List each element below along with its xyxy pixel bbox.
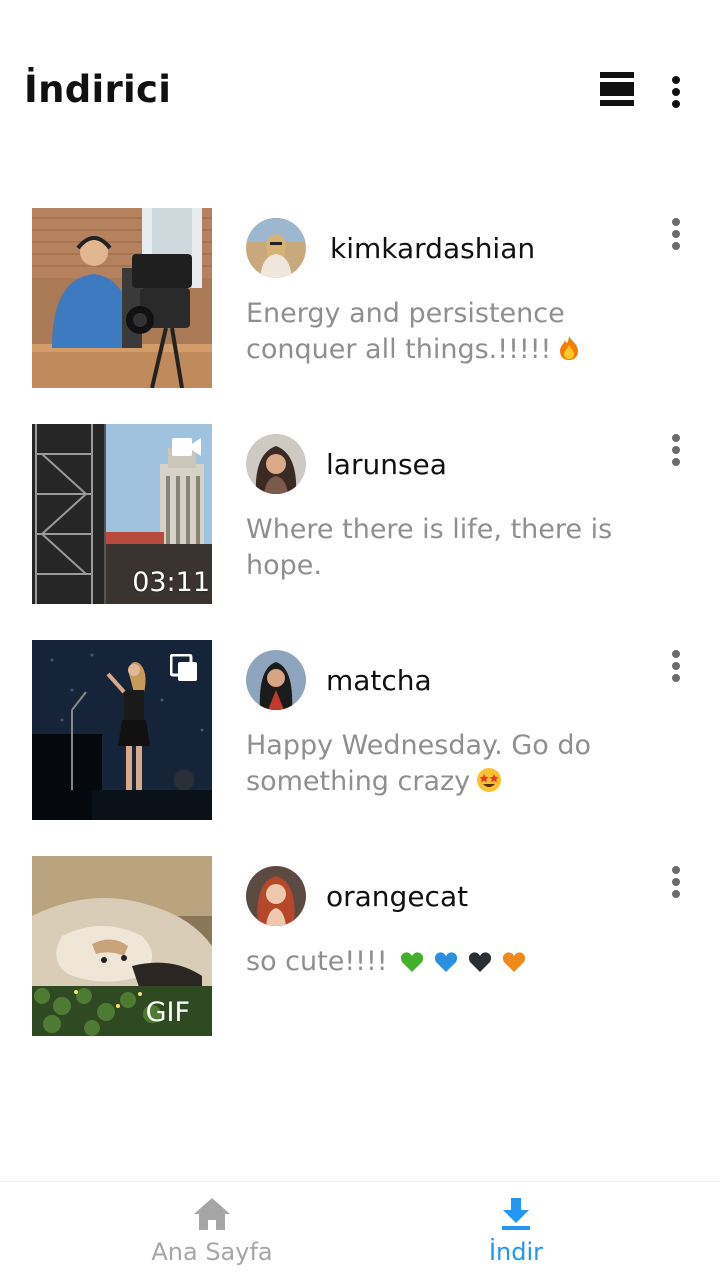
more-vertical-icon[interactable] bbox=[664, 646, 688, 686]
bottom-navigation: Ana Sayfa İndir bbox=[0, 1181, 720, 1280]
gif-badge: GIF bbox=[145, 997, 190, 1028]
nav-item-download[interactable]: İndir bbox=[396, 1182, 636, 1280]
more-vertical-icon[interactable] bbox=[664, 430, 688, 470]
fire-emoji bbox=[557, 335, 581, 371]
avatar[interactable] bbox=[246, 218, 306, 278]
avatar[interactable] bbox=[246, 866, 306, 926]
page-title: İndirici bbox=[24, 68, 172, 111]
video-duration: 03:11 bbox=[132, 567, 210, 598]
black-heart-emoji bbox=[468, 947, 492, 983]
more-vertical-icon[interactable] bbox=[664, 862, 688, 902]
more-vertical-icon[interactable] bbox=[664, 214, 688, 254]
avatar[interactable] bbox=[246, 434, 306, 494]
multiple-photos-icon bbox=[170, 654, 198, 682]
post-thumbnail[interactable]: GIF bbox=[32, 856, 212, 1036]
video-camera-icon bbox=[172, 436, 202, 458]
list-item[interactable]: 03:11 larunsea Where there is life, ther… bbox=[0, 424, 720, 624]
more-vertical-icon[interactable] bbox=[664, 74, 688, 110]
post-caption: so cute!!!! bbox=[246, 944, 626, 983]
nav-label-home: Ana Sayfa bbox=[151, 1238, 273, 1266]
post-caption: Where there is life, there is hope. bbox=[246, 514, 613, 581]
avatar[interactable] bbox=[246, 650, 306, 710]
list-item[interactable]: GIF orangecat so cute!!!! bbox=[0, 856, 720, 1056]
username[interactable]: orangecat bbox=[326, 880, 468, 913]
download-icon bbox=[499, 1196, 533, 1237]
orange-heart-emoji bbox=[502, 947, 526, 983]
post-thumbnail[interactable]: 03:11 bbox=[32, 424, 212, 604]
username[interactable]: kimkardashian bbox=[330, 232, 535, 265]
list-item[interactable]: kimkardashian Energy and persistence con… bbox=[0, 208, 720, 408]
username[interactable]: larunsea bbox=[326, 448, 447, 481]
post-thumbnail[interactable] bbox=[32, 640, 212, 820]
star-struck-emoji bbox=[476, 767, 502, 803]
post-caption: Energy and persistence conquer all thing… bbox=[246, 296, 626, 371]
blue-heart-emoji bbox=[434, 947, 458, 983]
green-heart-emoji bbox=[400, 947, 424, 983]
username[interactable]: matcha bbox=[326, 664, 432, 697]
post-thumbnail[interactable] bbox=[32, 208, 212, 388]
post-caption: Happy Wednesday. Go do something crazy bbox=[246, 728, 626, 803]
home-icon bbox=[192, 1196, 232, 1237]
app-header: İndirici bbox=[0, 0, 720, 160]
nav-item-home[interactable]: Ana Sayfa bbox=[92, 1182, 332, 1280]
view-list-icon[interactable] bbox=[600, 72, 636, 110]
list-item[interactable]: matcha Happy Wednesday. Go do something … bbox=[0, 640, 720, 840]
nav-label-download: İndir bbox=[488, 1238, 544, 1266]
thumbnail-image bbox=[32, 208, 212, 388]
